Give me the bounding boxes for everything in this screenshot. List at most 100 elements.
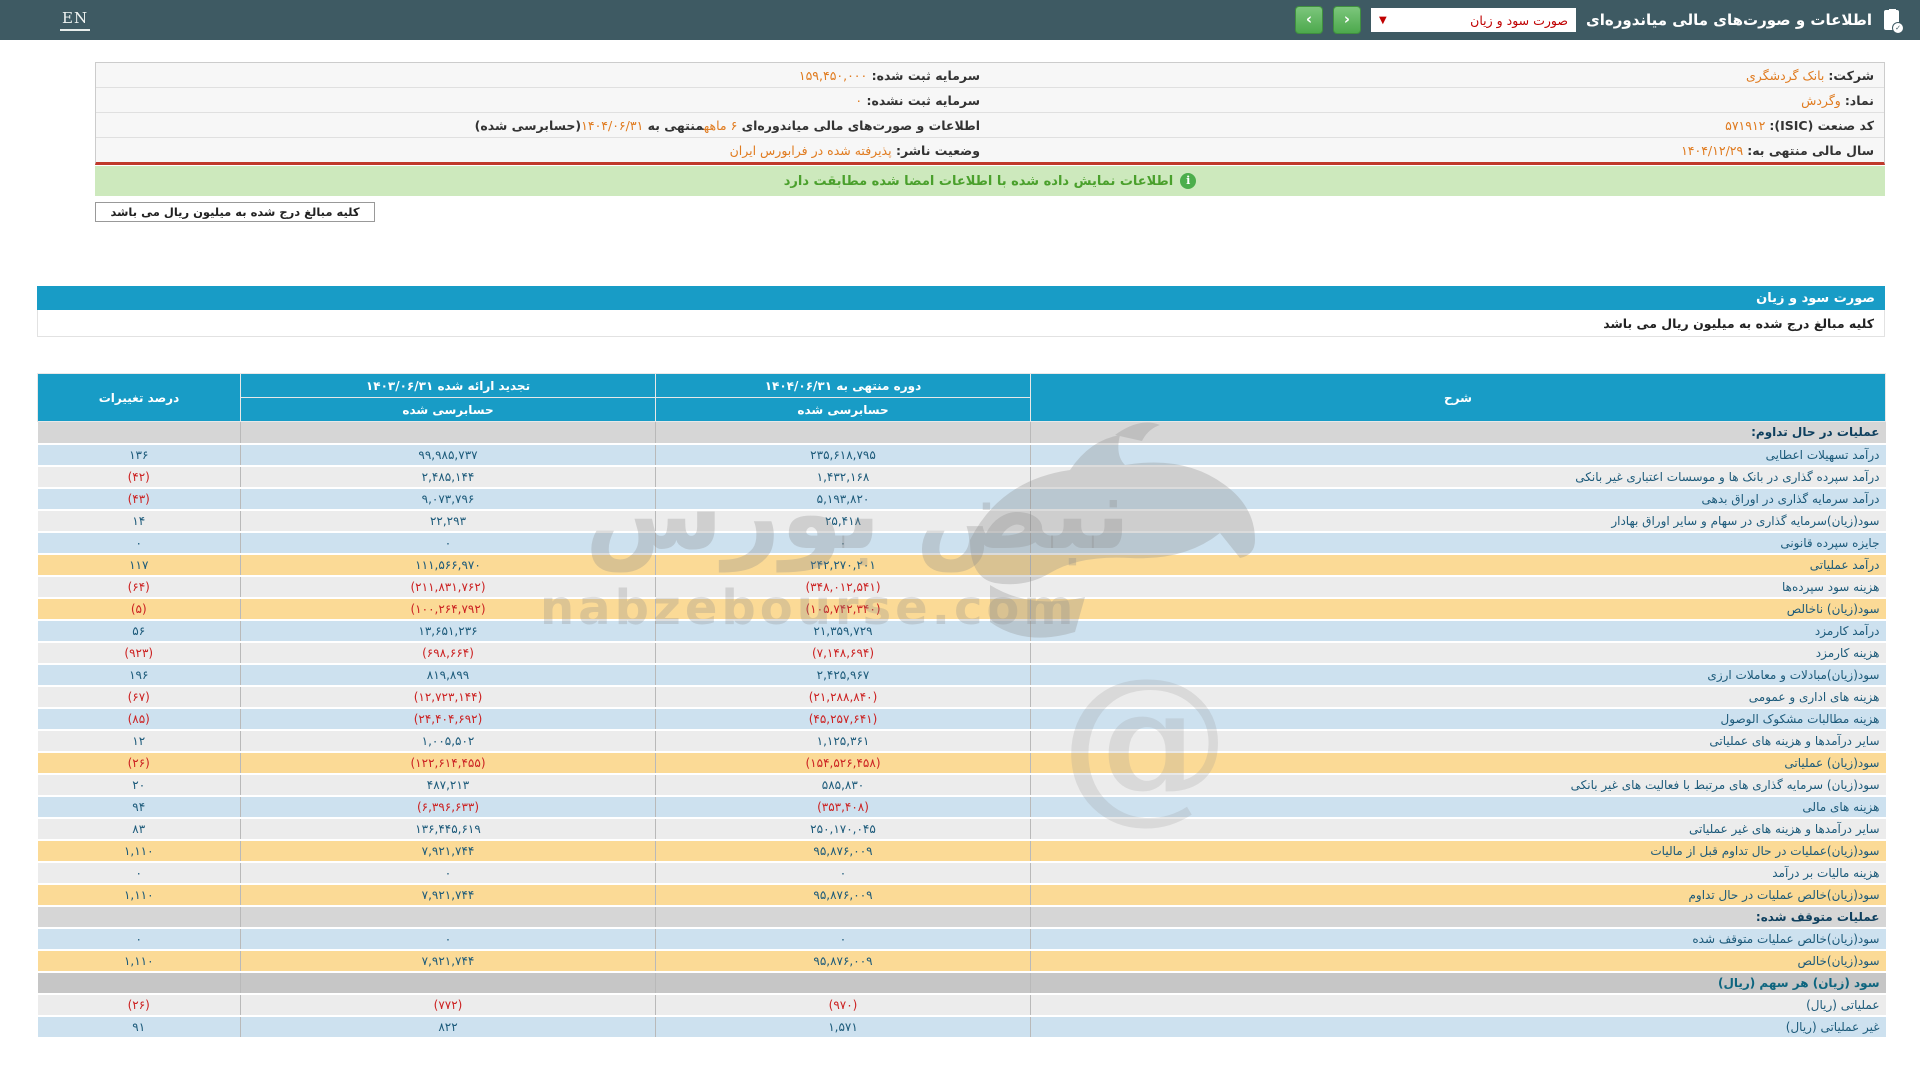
row-value-prior: ۷,۹۲۱,۷۴۴	[241, 950, 656, 972]
row-value-current: (۳۴۸,۰۱۲,۵۴۱)	[656, 576, 1031, 598]
info-label: شرکت:	[1828, 68, 1874, 83]
chevron-down-icon: ▼	[1379, 15, 1387, 26]
income-statement-table: شرح دوره منتهی به ۱۴۰۴/۰۶/۳۱ تجدید ارائه…	[37, 373, 1886, 1039]
row-value-prior: ۰	[241, 532, 656, 554]
row-description: هزینه مطالبات مشکوک الوصول	[1031, 708, 1886, 730]
row-value-prior: (۱۰۰,۲۶۴,۷۹۲)	[241, 598, 656, 620]
table-row: سود(زیان)مبادلات و معاملات ارزی۲,۴۲۵,۹۶۷…	[38, 664, 1886, 686]
row-value-current: (۱۵۴,۵۲۶,۴۵۸)	[656, 752, 1031, 774]
row-value-prior: ۰	[241, 928, 656, 950]
statement-type-selected: صورت سود و زیان	[1387, 13, 1568, 28]
table-row: سود(زیان)سرمایه گذاری در سهام و سایر اور…	[38, 510, 1886, 532]
table-row: سایر درآمدها و هزینه های عملیاتی۱,۱۲۵,۳۶…	[38, 730, 1886, 752]
info-segment: ۱۴۰۴/۰۶/۳۱	[581, 118, 643, 133]
language-toggle[interactable]: EN	[60, 9, 90, 31]
row-value-prior: ۱۳,۶۵۱,۲۳۶	[241, 620, 656, 642]
company-info-panel: شرکت:بانک گردشگریسرمایه ثبت شده: ۱۵۹,۴۵۰…	[95, 62, 1885, 165]
row-change-percent: ۸۳	[38, 818, 241, 840]
statement-units-row: کلیه مبالغ درج شده به میلیون ریال می باش…	[37, 310, 1885, 337]
row-value-prior: (۲۴,۴۰۴,۶۹۲)	[241, 708, 656, 730]
top-navigation-bar: EN ‹ › ▼ صورت سود و زیان اطلاعات و صورت‌…	[0, 0, 1920, 40]
row-value-current: ۲,۴۲۵,۹۶۷	[656, 664, 1031, 686]
row-change-percent: ۹۱	[38, 1016, 241, 1038]
column-subheader-audited-prior: حسابرسی شده	[241, 398, 656, 422]
row-change-percent: (۹۲۳)	[38, 642, 241, 664]
table-row: هزینه کارمزد(۷,۱۴۸,۶۹۴)(۶۹۸,۶۶۴)(۹۲۳)	[38, 642, 1886, 664]
table-row: سود (زیان) هر سهم (ریال)	[38, 972, 1886, 994]
row-value-current: ۹۵,۸۷۶,۰۰۹	[656, 884, 1031, 906]
column-header-change-percent: درصد تغییرات	[38, 374, 241, 422]
row-change-percent: ۱,۱۱۰	[38, 840, 241, 862]
row-value-current: ۲۵۰,۱۷۰,۰۴۵	[656, 818, 1031, 840]
row-value-prior: ۰	[241, 862, 656, 884]
row-description: هزینه مالیات بر درآمد	[1031, 862, 1886, 884]
row-value-prior: ۱۳۶,۴۴۵,۶۱۹	[241, 818, 656, 840]
table-row: درآمد سپرده گذاری در بانک ها و موسسات اع…	[38, 466, 1886, 488]
row-description: درآمد سرمایه گذاری در اوراق بدهی	[1031, 488, 1886, 510]
row-value-current: ۲۱,۳۵۹,۷۲۹	[656, 620, 1031, 642]
row-change-percent: ۱,۱۱۰	[38, 884, 241, 906]
row-value-prior: ۷,۹۲۱,۷۴۴	[241, 884, 656, 906]
row-value-current: ۲۵,۴۱۸	[656, 510, 1031, 532]
next-statement-button[interactable]: ›	[1333, 6, 1361, 34]
table-row: هزینه سود سپرده‌ها(۳۴۸,۰۱۲,۵۴۱)(۲۱۱,۸۳۱,…	[38, 576, 1886, 598]
row-change-percent: (۶۷)	[38, 686, 241, 708]
row-description: سایر درآمدها و هزینه های غیر عملیاتی	[1031, 818, 1886, 840]
statement-units-text: کلیه مبالغ درج شده به میلیون ریال می باش…	[1603, 316, 1874, 331]
company-info-row: کد صنعت (ISIC):۵۷۱۹۱۲اطلاعات و صورت‌های …	[96, 113, 1884, 138]
row-value-prior: ۹,۰۷۳,۷۹۶	[241, 488, 656, 510]
row-description: سود(زیان) عملیاتی	[1031, 752, 1886, 774]
row-description: سایر درآمدها و هزینه های عملیاتی	[1031, 730, 1886, 752]
row-description: هزینه سود سپرده‌ها	[1031, 576, 1886, 598]
row-value-prior: ۱,۰۰۵,۵۰۲	[241, 730, 656, 752]
row-description: سود(زیان)خالص عملیات در حال تداوم	[1031, 884, 1886, 906]
table-row: سایر درآمدها و هزینه های غیر عملیاتی۲۵۰,…	[38, 818, 1886, 840]
table-row: عملیات در حال تداوم:	[38, 422, 1886, 444]
row-description: سود(زیان)خالص عملیات متوقف شده	[1031, 928, 1886, 950]
row-change-percent: ۱۳۶	[38, 444, 241, 466]
table-row: سود(زیان)خالص عملیات در حال تداوم۹۵,۸۷۶,…	[38, 884, 1886, 906]
previous-statement-button[interactable]: ‹	[1295, 6, 1323, 34]
row-value-prior: ۴۸۷,۲۱۳	[241, 774, 656, 796]
row-description: سود (زیان) هر سهم (ریال)	[1031, 972, 1886, 994]
statement-title-bar: صورت سود و زیان	[37, 286, 1885, 310]
row-value-prior: (۲۱۱,۸۳۱,۷۶۲)	[241, 576, 656, 598]
row-value-current: ۱,۴۳۲,۱۶۸	[656, 466, 1031, 488]
column-subheader-audited-current: حسابرسی شده	[656, 398, 1031, 422]
row-description: عملیات متوقف شده:	[1031, 906, 1886, 928]
row-description: سود(زیان)مبادلات و معاملات ارزی	[1031, 664, 1886, 686]
row-description: عملیاتی (ریال)	[1031, 994, 1886, 1016]
info-value: بانک گردشگری	[1746, 68, 1824, 83]
row-change-percent: (۴۲)	[38, 466, 241, 488]
row-value-current	[656, 906, 1031, 928]
row-value-current: ۹۵,۸۷۶,۰۰۹	[656, 840, 1031, 862]
statement-type-dropdown[interactable]: ▼ صورت سود و زیان	[1371, 8, 1576, 32]
units-note-box: کلیه مبالغ درج شده به میلیون ریال می باش…	[95, 202, 375, 222]
row-value-prior: (۶,۳۹۶,۶۳۳)	[241, 796, 656, 818]
table-row: سود(زیان)خالص۹۵,۸۷۶,۰۰۹۷,۹۲۱,۷۴۴۱,۱۱۰	[38, 950, 1886, 972]
info-segment: (حسابرسی شده)	[475, 118, 582, 133]
table-row: هزینه های اداری و عمومی(۲۱,۲۸۸,۸۴۰)(۱۲,۷…	[38, 686, 1886, 708]
row-description: جایزه سپرده قانونی	[1031, 532, 1886, 554]
row-value-prior: ۲,۴۸۵,۱۴۴	[241, 466, 656, 488]
row-value-current: ۹۵,۸۷۶,۰۰۹	[656, 950, 1031, 972]
row-description: سود(زیان) سرمایه گذاری های مرتبط با فعال…	[1031, 774, 1886, 796]
company-info-row: سال مالی منتهی به:۱۴۰۴/۱۲/۲۹وضعیت ناشر: …	[96, 138, 1884, 162]
row-description: سود(زیان)خالص	[1031, 950, 1886, 972]
info-segment: پذیرفته شده در فرابورس ایران	[730, 143, 892, 158]
row-value-current: ۰	[656, 532, 1031, 554]
row-change-percent: ۱۲	[38, 730, 241, 752]
page-title: اطلاعات و صورت‌های مالی میاندوره‌ای	[1586, 11, 1872, 29]
row-value-prior: ۹۹,۹۸۵,۷۳۷	[241, 444, 656, 466]
row-change-percent: (۴۳)	[38, 488, 241, 510]
row-value-current: (۲۱,۲۸۸,۸۴۰)	[656, 686, 1031, 708]
row-change-percent: (۲۶)	[38, 994, 241, 1016]
row-value-current: (۴۵,۲۵۷,۶۴۱)	[656, 708, 1031, 730]
table-row: سود(زیان) ناخالص(۱۰۵,۷۴۲,۳۴۰)(۱۰۰,۲۶۴,۷۹…	[38, 598, 1886, 620]
info-segment: ۶ ماهه	[704, 118, 738, 133]
row-value-current: ۵۸۵,۸۳۰	[656, 774, 1031, 796]
row-description: سود(زیان)سرمایه گذاری در سهام و سایر اور…	[1031, 510, 1886, 532]
table-row: سود(زیان) عملیاتی(۱۵۴,۵۲۶,۴۵۸)(۱۲۲,۶۱۴,۴…	[38, 752, 1886, 774]
row-description: درآمد کارمزد	[1031, 620, 1886, 642]
row-value-current: ۱,۵۷۱	[656, 1016, 1031, 1038]
